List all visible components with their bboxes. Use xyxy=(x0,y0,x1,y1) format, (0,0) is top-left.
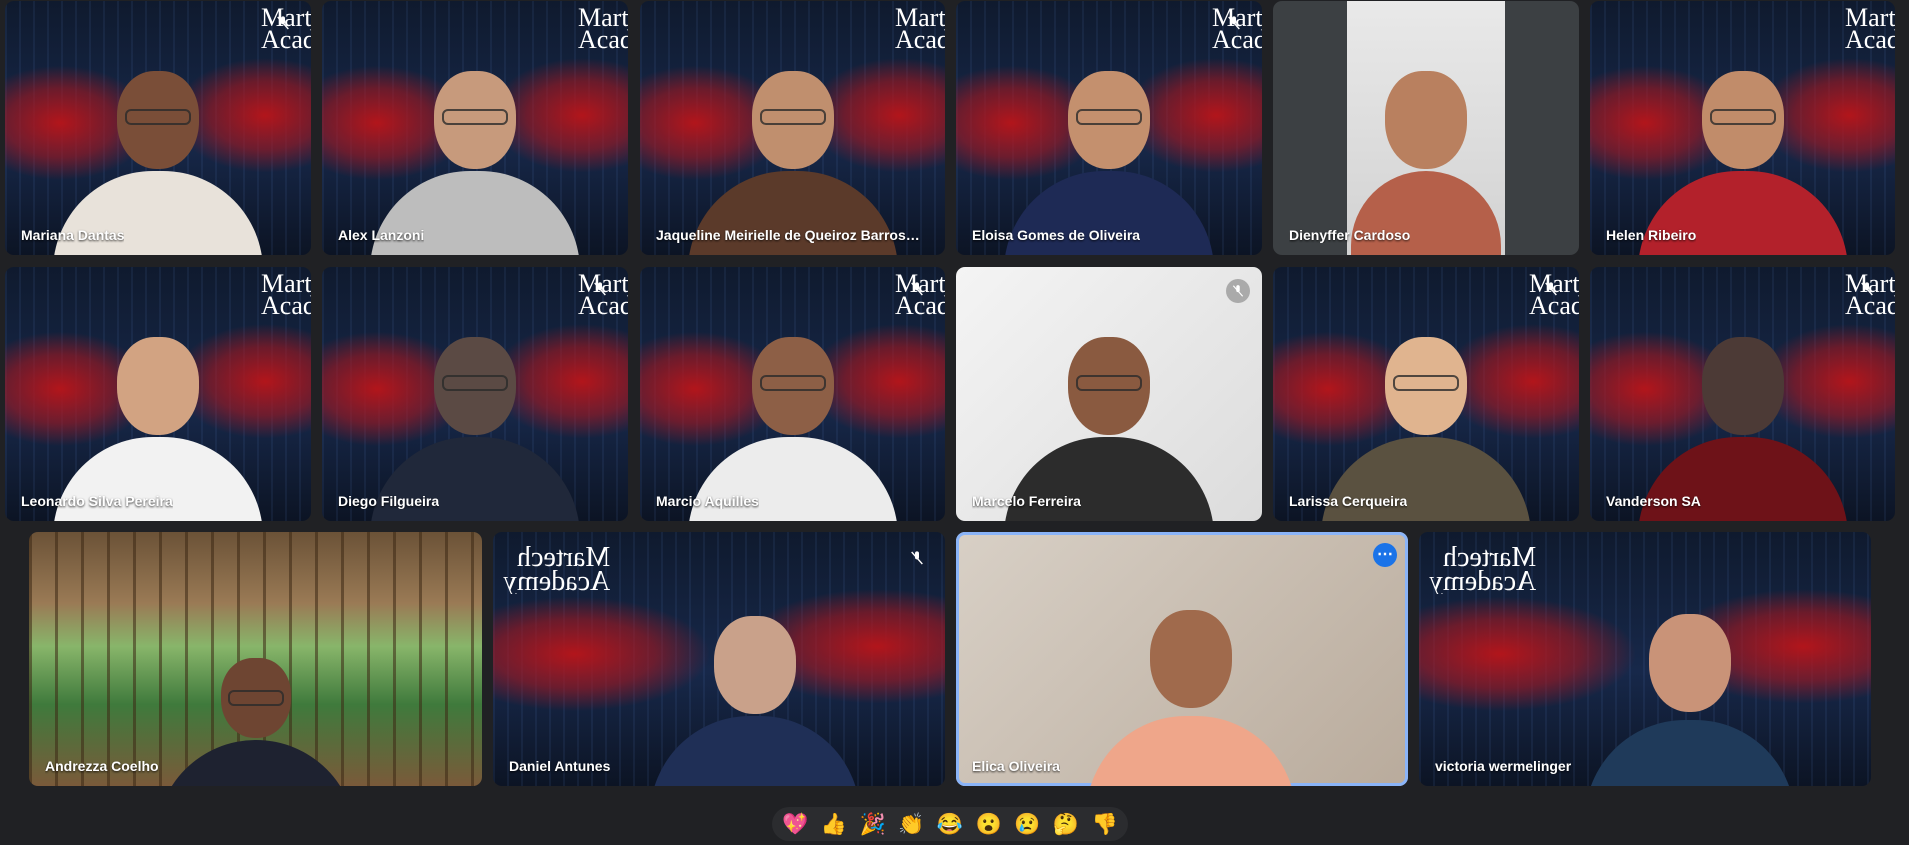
participant-name: Larissa Cerqueira xyxy=(1289,493,1408,509)
participant-tile[interactable]: MartechAcademy Larissa Cerqueira xyxy=(1273,267,1579,521)
participant-name: Elica Oliveira xyxy=(972,758,1060,774)
participant-tile[interactable]: MartechAcademy Diego Filgueira xyxy=(322,267,628,521)
participant-name: Mariana Dantas xyxy=(21,227,125,243)
participant-tile[interactable]: Martech Academy Daniel Antunes xyxy=(493,532,945,786)
participant-name: Diego Filgueira xyxy=(338,493,440,509)
brand-watermark: MartechAcademy xyxy=(578,7,628,51)
reactions-bar: 💖 👍 🎉 👏 😂 😮 😢 🤔 👎 xyxy=(772,807,1128,841)
reaction-clapping-icon[interactable]: 👏 xyxy=(898,814,924,835)
mic-off-icon xyxy=(1222,11,1246,35)
participant-video xyxy=(48,49,268,255)
participant-video xyxy=(683,315,903,521)
participant-tile[interactable]: MartechAcademy Vanderson SA xyxy=(1590,267,1895,521)
participant-tile[interactable]: Dienyffer Cardoso xyxy=(1273,1,1579,255)
participant-tile[interactable]: MartechAcademy Leonardo Silva Pereira xyxy=(5,267,311,521)
participant-video xyxy=(1316,315,1536,521)
participant-video xyxy=(1633,49,1853,255)
participant-name: Vanderson SA xyxy=(1606,493,1701,509)
participant-video xyxy=(1580,580,1800,786)
participant-video xyxy=(48,315,268,521)
reaction-sad-icon[interactable]: 😢 xyxy=(1014,814,1040,835)
participant-video xyxy=(999,315,1219,521)
participant-tile-active-speaker[interactable]: ⋯ Elica Oliveira xyxy=(956,532,1408,786)
participant-tile[interactable]: MartechAcademy Eloisa Gomes de Oliveira xyxy=(956,1,1262,255)
participant-name: Alex Lanzoni xyxy=(338,227,425,243)
participant-video xyxy=(683,49,903,255)
participant-tile[interactable]: Martech Academy victoria wermelinger xyxy=(1419,532,1871,786)
participant-video xyxy=(1081,580,1301,786)
mic-off-icon xyxy=(905,277,929,301)
participant-video xyxy=(1347,49,1505,255)
brand-watermark: MartechAcademy xyxy=(261,273,311,317)
participant-tile[interactable]: Marcelo Ferreira xyxy=(956,267,1262,521)
participant-name: Marcio Aquilles xyxy=(656,493,759,509)
brand-watermark: MartechAcademy xyxy=(1845,7,1895,51)
more-options-icon: ⋯ xyxy=(1377,546,1393,563)
mic-off-icon xyxy=(588,277,612,301)
participant-tile[interactable]: MartechAcademy Alex Lanzoni xyxy=(322,1,628,255)
participant-video xyxy=(146,580,366,786)
participant-name: Leonardo Silva Pereira xyxy=(21,493,173,509)
reaction-party-popper-icon[interactable]: 🎉 xyxy=(860,814,886,835)
mic-off-icon xyxy=(905,546,929,570)
reaction-surprised-icon[interactable]: 😮 xyxy=(976,814,1002,835)
participant-video xyxy=(365,315,585,521)
mic-off-icon xyxy=(271,11,295,35)
participant-name: Dienyffer Cardoso xyxy=(1289,227,1411,243)
reaction-thumbs-down-icon[interactable]: 👎 xyxy=(1092,814,1118,835)
participant-tile[interactable]: MartechAcademy Jaqueline Meirielle de Qu… xyxy=(640,1,945,255)
participant-video xyxy=(645,580,865,786)
participant-video xyxy=(1633,315,1853,521)
participant-tile[interactable]: MartechAcademy Marcio Aquilles xyxy=(640,267,945,521)
participant-name: victoria wermelinger xyxy=(1435,758,1572,774)
participant-name: Helen Ribeiro xyxy=(1606,227,1697,243)
brand-watermark: MartechAcademy xyxy=(1429,546,1537,594)
participant-tile[interactable]: Andrezza Coelho xyxy=(29,532,482,786)
reaction-thinking-icon[interactable]: 🤔 xyxy=(1053,814,1079,835)
more-options-button[interactable]: ⋯ xyxy=(1373,543,1397,567)
participant-video xyxy=(999,49,1219,255)
participant-name: Daniel Antunes xyxy=(509,758,611,774)
participant-video xyxy=(365,49,585,255)
participant-tile[interactable]: MartechAcademy Helen Ribeiro xyxy=(1590,1,1895,255)
portrait-video-frame xyxy=(1347,1,1505,255)
participant-name: Jaqueline Meirielle de Queiroz Barros S.… xyxy=(656,227,921,243)
participant-name: Eloisa Gomes de Oliveira xyxy=(972,227,1141,243)
participant-tile[interactable]: MartechAcademy Mariana Dantas xyxy=(5,1,311,255)
brand-watermark: MartechAcademy xyxy=(895,7,945,51)
brand-watermark: MartechAcademy xyxy=(503,546,611,594)
reaction-thumbs-up-icon[interactable]: 👍 xyxy=(821,814,847,835)
participant-name: Andrezza Coelho xyxy=(45,758,159,774)
mic-off-icon xyxy=(1855,277,1879,301)
mic-off-icon xyxy=(1226,279,1250,303)
mic-off-icon xyxy=(1539,277,1563,301)
reaction-laughing-icon[interactable]: 😂 xyxy=(937,814,963,835)
reaction-heart-icon[interactable]: 💖 xyxy=(782,814,808,835)
participant-name: Marcelo Ferreira xyxy=(972,493,1081,509)
